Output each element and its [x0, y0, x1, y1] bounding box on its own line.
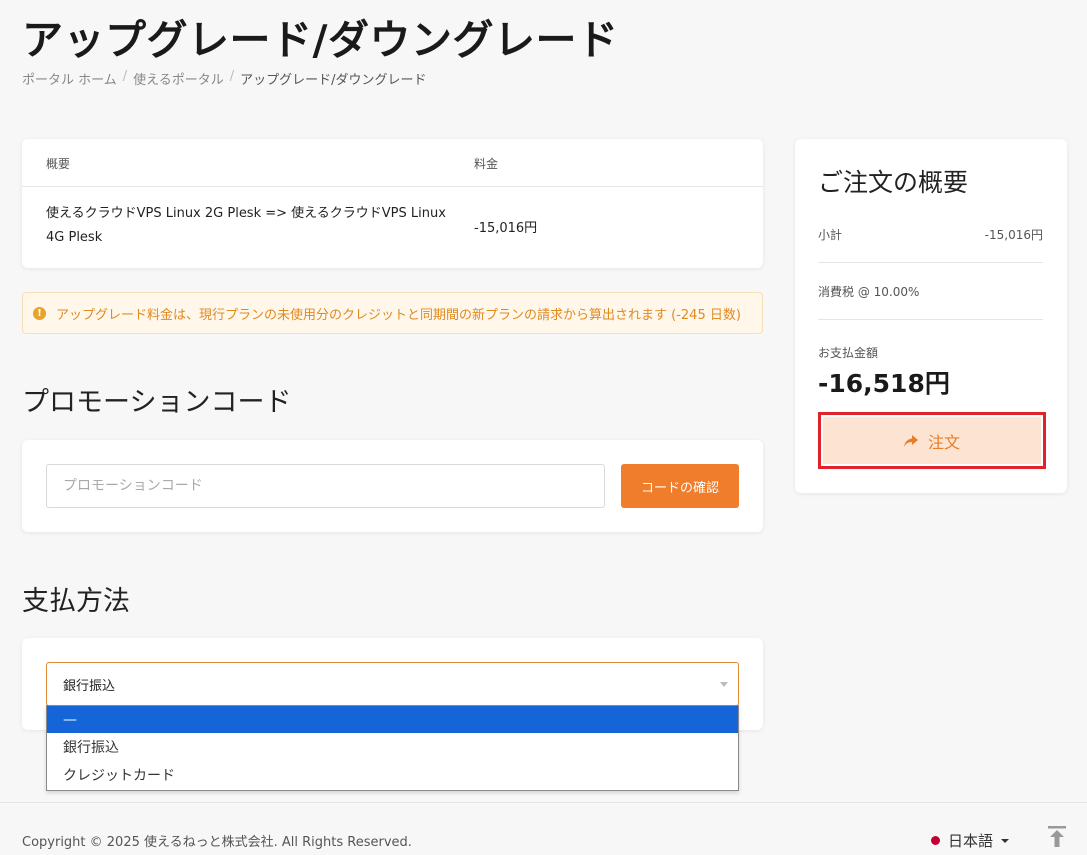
- promo-card: コードの確認: [22, 440, 763, 532]
- validate-code-button[interactable]: コードの確認: [621, 464, 739, 508]
- divider: [818, 262, 1043, 263]
- language-label: 日本語: [948, 832, 994, 850]
- breadcrumb-separator: /: [229, 69, 235, 84]
- column-header-description: 概要: [46, 157, 71, 171]
- row-description: 使えるクラウドVPS Linux 2G Plesk => 使えるクラウドVPS …: [46, 206, 446, 245]
- chevron-down-icon: [1001, 838, 1010, 843]
- table-header: 概要 料金: [22, 139, 763, 187]
- copyright: Copyright © 2025 使えるねっと株式会社. All Rights …: [22, 835, 412, 850]
- japan-flag-icon: [931, 836, 940, 845]
- breadcrumb-tsukaeru-portal[interactable]: 使えるポータル: [133, 69, 224, 88]
- row-price: -15,016円: [474, 221, 538, 236]
- table-row: 使えるクラウドVPS Linux 2G Plesk => 使えるクラウドVPS …: [22, 187, 763, 267]
- back-to-top-icon[interactable]: [1046, 826, 1068, 848]
- subtotal-label: 小計: [818, 228, 843, 242]
- breadcrumb-portal-home[interactable]: ポータル ホーム: [22, 69, 117, 88]
- tax-label: 消費税 @ 10.00%: [818, 285, 920, 299]
- order-summary-title: ご注文の概要: [818, 168, 969, 197]
- page-title: アップグレード/ダウングレード: [22, 16, 619, 64]
- order-summary-card: ご注文の概要 小計 -15,016円 消費税 @ 10.00% お支払金額 -1…: [795, 139, 1067, 493]
- chevron-down-icon: [720, 682, 728, 687]
- payment-method-select[interactable]: 銀行振込: [46, 662, 739, 706]
- footer-divider: [0, 802, 1087, 803]
- payment-selected-value: 銀行振込: [63, 678, 116, 694]
- breadcrumb-separator: /: [122, 69, 128, 84]
- payment-option-none[interactable]: —: [47, 706, 738, 733]
- promo-heading: プロモーションコード: [22, 387, 292, 418]
- upgrade-notice-alert: ! アップグレード料金は、現行プランの未使用分のクレジットと同期間の新プランの請…: [22, 292, 763, 334]
- summary-table: 概要 料金 使えるクラウドVPS Linux 2G Plesk => 使えるクラ…: [22, 139, 763, 268]
- language-selector[interactable]: 日本語: [931, 830, 1010, 851]
- breadcrumb-current: アップグレード/ダウングレード: [240, 73, 427, 88]
- order-button-highlight: 注文: [818, 412, 1046, 469]
- tax-row: 消費税 @ 10.00%: [818, 283, 1043, 300]
- alert-text: アップグレード料金は、現行プランの未使用分のクレジットと同期間の新プランの請求か…: [56, 307, 741, 323]
- subtotal-row: 小計 -15,016円: [818, 226, 1043, 243]
- divider: [818, 319, 1043, 320]
- payment-option-bank-transfer[interactable]: 銀行振込: [47, 733, 738, 761]
- promo-code-input[interactable]: [46, 464, 605, 508]
- breadcrumb: ポータル ホーム / 使えるポータル / アップグレード/ダウングレード: [22, 69, 427, 88]
- payment-option-credit-card[interactable]: クレジットカード: [47, 761, 738, 789]
- total-label: お支払金額: [818, 346, 879, 360]
- payment-method-dropdown: — 銀行振込 クレジットカード: [46, 705, 739, 791]
- column-header-price: 料金: [474, 157, 499, 171]
- order-button-label: 注文: [927, 432, 960, 452]
- order-button[interactable]: 注文: [823, 417, 1041, 464]
- payment-heading: 支払方法: [22, 586, 130, 617]
- info-icon: !: [33, 306, 46, 320]
- share-arrow-icon: [903, 434, 918, 447]
- total-value: -16,518円: [818, 369, 950, 398]
- subtotal-value: -15,016円: [984, 228, 1043, 242]
